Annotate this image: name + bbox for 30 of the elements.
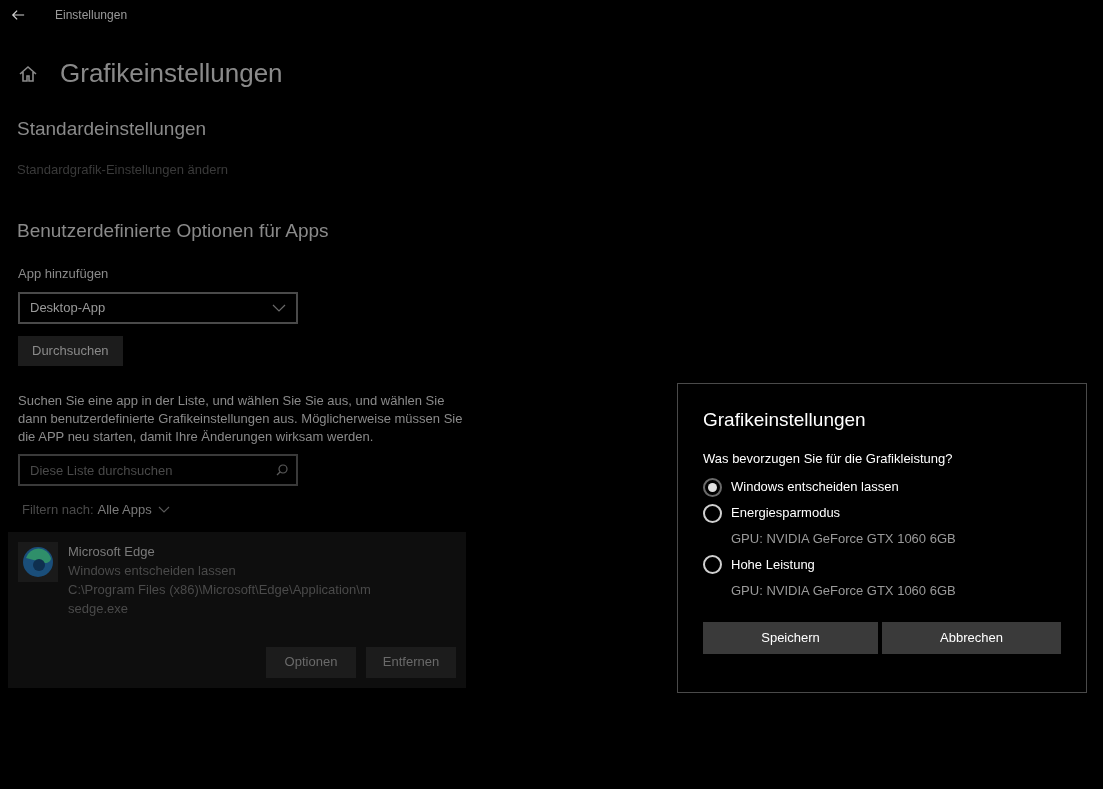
radio-option[interactable]: Windows entscheiden lassen [703,477,1061,497]
search-icon [276,464,288,476]
dialog-question: Was bevorzugen Sie für die Grafikleistung? [703,449,954,468]
home-icon[interactable] [18,63,38,84]
radio-option[interactable]: Hohe Leistung [703,554,1061,575]
app-name: Microsoft Edge [68,542,156,561]
app-preference: Windows entscheiden lassen [68,561,237,580]
app-icon [18,541,58,582]
filter-dropdown[interactable]: Alle Apps [97,500,170,520]
search-field[interactable]: Diese Liste durchsuchen [18,454,298,486]
back-arrow-icon[interactable] [11,8,25,22]
field-label: App hinzufügen [18,264,110,283]
description-text: Suchen Sie eine app in der Liste, und wählen Sie Sie aus, und wählen Sie dann benutzerdefinierte Grafikeinstellungen aus. Möglicherweise müssen Sie die APP neu starten, damit Ihre Änderungen wirksam werden. [18,392,464,446]
radio-option[interactable]: Energiesparmodus [703,503,1061,523]
gpu-detail: GPU: NVIDIA GeForce GTX 1060 6GB [731,530,957,548]
dialog-button[interactable]: Abbrechen [882,622,1061,654]
radio-button[interactable] [703,477,722,497]
chevron-down-icon [272,304,286,312]
section-heading: Benutzerdefinierte Optionen für Apps [17,219,330,243]
app-type-dropdown[interactable]: Desktop-App [18,292,298,324]
filter-label: Filtern nach: [22,501,94,519]
window-title: Einstellungen [55,7,128,24]
dialog-title: Grafikeinstellungen [703,408,867,432]
gpu-detail: GPU: NVIDIA GeForce GTX 1060 6GB [731,581,957,600]
app-path: C:\Program Files (x86)\Microsoft\Edge\Application\msedge.exe [68,580,372,618]
chevron-down-icon [157,506,170,514]
browse-button[interactable]: Durchsuchen [18,336,123,366]
section-heading: Standardeinstellungen [17,117,208,141]
dialog-button[interactable]: Speichern [703,622,878,654]
page-title: Grafikeinstellungen [60,57,283,90]
